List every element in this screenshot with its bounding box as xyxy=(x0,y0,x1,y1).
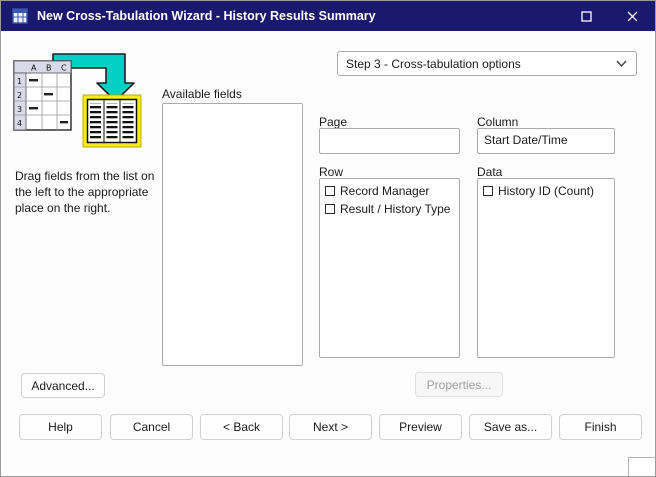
field-box-icon xyxy=(325,186,335,196)
row-dropzone[interactable]: Record Manager Result / History Type xyxy=(319,178,460,358)
window-controls xyxy=(563,1,655,31)
row-field-item[interactable]: Result / History Type xyxy=(324,200,455,218)
svg-text:1: 1 xyxy=(17,77,22,86)
maximize-button[interactable] xyxy=(563,1,609,31)
field-label: History ID (Count) xyxy=(498,184,595,198)
svg-text:2: 2 xyxy=(17,91,22,100)
dialog-window: New Cross-Tabulation Wizard - History Re… xyxy=(0,0,656,477)
data-field-item[interactable]: History ID (Count) xyxy=(482,182,610,200)
field-box-icon xyxy=(325,204,335,214)
close-icon xyxy=(627,11,637,21)
step-dropdown-value: Step 3 - Cross-tabulation options xyxy=(346,56,521,71)
properties-button: Properties... xyxy=(415,372,503,397)
help-button[interactable]: Help xyxy=(19,414,102,440)
instructions-text: Drag fields from the list on the left to… xyxy=(15,169,155,215)
column-dropzone[interactable]: Start Date/Time xyxy=(477,128,615,154)
field-label: Result / History Type xyxy=(340,202,451,216)
svg-text:3: 3 xyxy=(17,105,22,114)
maximize-icon xyxy=(580,10,592,22)
save-as-button[interactable]: Save as... xyxy=(469,414,552,440)
svg-text:4: 4 xyxy=(17,119,22,128)
source-table-icon: A B C 1 2 3 4 xyxy=(13,60,72,131)
row-label: Row xyxy=(319,165,344,179)
chevron-down-icon xyxy=(616,60,627,67)
close-button[interactable] xyxy=(609,1,655,31)
column-label: Column xyxy=(477,115,519,129)
next-button[interactable]: Next > xyxy=(289,414,372,440)
svg-text:A: A xyxy=(31,64,37,73)
data-dropzone[interactable]: History ID (Count) xyxy=(477,178,615,358)
page-label: Page xyxy=(319,115,348,129)
finish-button[interactable]: Finish xyxy=(559,414,642,440)
advanced-button[interactable]: Advanced... xyxy=(21,373,105,398)
data-label: Data xyxy=(477,165,503,179)
svg-text:C: C xyxy=(61,64,67,73)
svg-text:B: B xyxy=(46,64,52,73)
available-fields-label: Available fields xyxy=(162,87,242,101)
field-box-icon xyxy=(483,186,493,196)
resize-grip[interactable] xyxy=(628,457,655,476)
window-title: New Cross-Tabulation Wizard - History Re… xyxy=(37,9,376,23)
step-dropdown[interactable]: Step 3 - Cross-tabulation options xyxy=(337,51,637,76)
back-button[interactable]: < Back xyxy=(200,414,283,440)
cancel-button[interactable]: Cancel xyxy=(110,414,193,440)
page-dropzone[interactable] xyxy=(319,128,460,154)
preview-button[interactable]: Preview xyxy=(379,414,462,440)
drag-illustration: A B C 1 2 3 4 xyxy=(11,51,145,149)
field-label: Record Manager xyxy=(340,184,430,198)
available-fields-list[interactable] xyxy=(162,103,303,366)
crosstab-table-icon xyxy=(82,94,142,148)
app-icon xyxy=(12,8,28,24)
titlebar: New Cross-Tabulation Wizard - History Re… xyxy=(1,1,655,31)
row-field-item[interactable]: Record Manager xyxy=(324,182,455,200)
